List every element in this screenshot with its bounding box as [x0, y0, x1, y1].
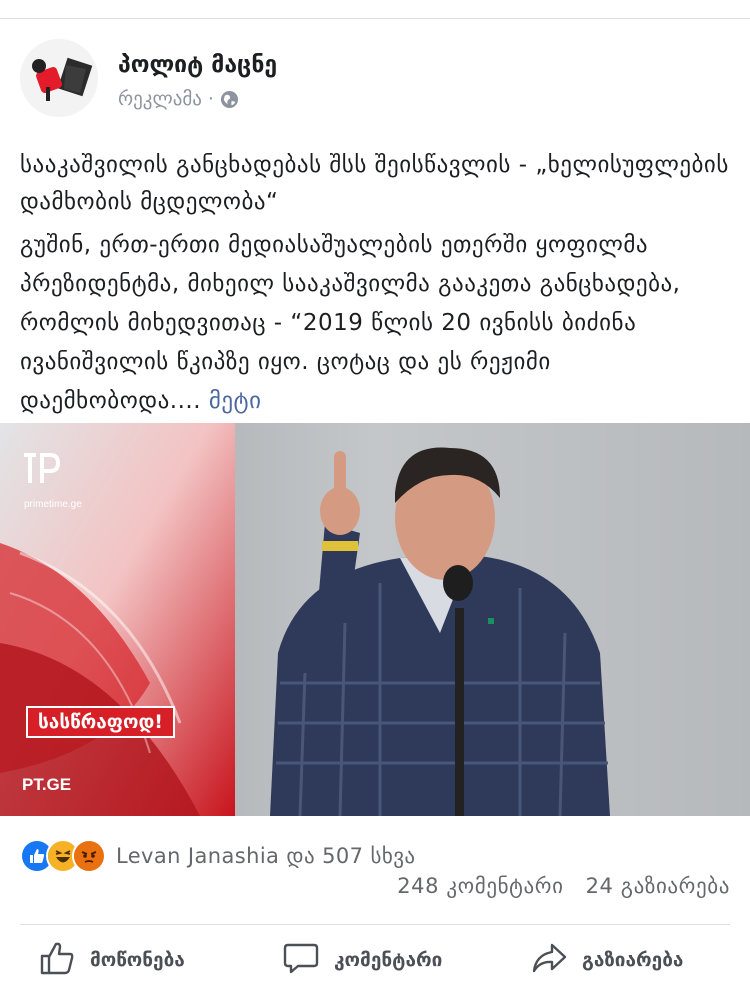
- post-title: სააკაშვილის განცხადებას შსს შეისწავლის -…: [20, 152, 729, 215]
- actions-divider: [20, 924, 730, 925]
- post-body-text: გუშინ, ერთ-ერთი მედიასაშუალების ეთერში ყ…: [20, 232, 681, 414]
- share-arrow-icon: [530, 939, 568, 982]
- share-button[interactable]: გაზიარება: [530, 940, 683, 980]
- engagement-counts: 248 კომენტარი 24 გაზიარება: [397, 874, 730, 898]
- page-avatar[interactable]: [20, 39, 98, 117]
- globe-icon: [220, 90, 239, 109]
- see-more-link[interactable]: მეტი: [209, 388, 262, 414]
- post-meta: რეკლამა ·: [118, 88, 239, 110]
- sponsored-label[interactable]: რეკლამა: [118, 88, 202, 110]
- shares-count[interactable]: 24 გაზიარება: [586, 874, 730, 898]
- watermark-site: primetime.ge: [24, 499, 82, 510]
- urgent-badge: სასწრაფოდ!: [26, 706, 175, 738]
- like-label: მოწონება: [90, 949, 185, 971]
- post-body: გუშინ, ერთ-ერთი მედიასაშუალების ეთერში ყ…: [20, 226, 730, 421]
- page-name[interactable]: პოლიტ მაცნე: [118, 52, 277, 78]
- comment-icon: [282, 939, 320, 982]
- footer-logo: PT.GE: [22, 775, 72, 794]
- meta-separator: ·: [207, 88, 214, 110]
- thumbs-up-icon: [38, 939, 76, 982]
- angry-reaction-icon: [72, 839, 106, 873]
- reactions-summary[interactable]: Levan Janashia და 507 სხვა: [20, 839, 416, 873]
- comment-button[interactable]: კომენტარი: [282, 940, 442, 980]
- comment-label: კომენტარი: [334, 949, 443, 971]
- like-button[interactable]: მოწონება: [38, 940, 185, 980]
- reactions-text: Levan Janashia და 507 სხვა: [116, 844, 416, 868]
- post-image[interactable]: primetime.ge სასწრაფოდ! PT.GE: [0, 423, 750, 816]
- primetime-logo: [24, 453, 62, 493]
- comments-count[interactable]: 248 კომენტარი: [397, 874, 563, 898]
- share-label: გაზიარება: [582, 949, 684, 971]
- top-divider: [0, 18, 750, 19]
